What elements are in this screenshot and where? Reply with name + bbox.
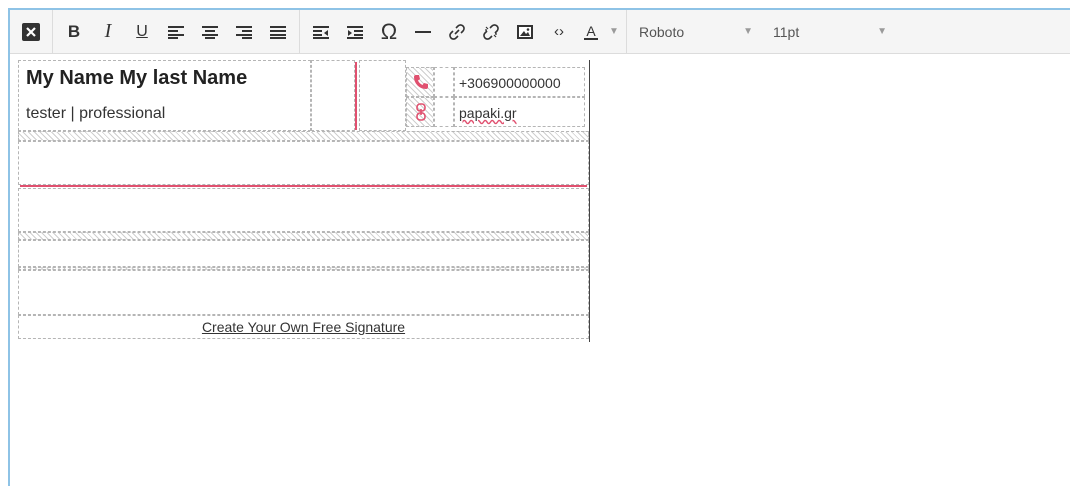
spacer-row: [18, 232, 589, 240]
align-left-icon: [168, 25, 184, 39]
align-justify-button[interactable]: [261, 15, 295, 49]
link-icon-cell: [406, 97, 434, 127]
text-color-label: A: [586, 22, 596, 39]
underline-button[interactable]: U: [125, 15, 159, 49]
font-family-value: Roboto: [639, 23, 685, 40]
outdent-icon: [313, 25, 329, 39]
empty-row: [18, 188, 589, 232]
indent-button[interactable]: [338, 15, 372, 49]
italic-button[interactable]: I: [91, 15, 125, 49]
unlink-button[interactable]: [474, 15, 508, 49]
horizontal-line-button[interactable]: [406, 15, 440, 49]
phone-icon: [414, 75, 428, 89]
text-color-icon: A: [584, 24, 598, 40]
close-button[interactable]: [14, 15, 48, 49]
font-size-select[interactable]: 11pt ▼: [765, 17, 895, 47]
underline-icon: U: [136, 22, 148, 40]
horizontal-line-icon: [415, 30, 431, 33]
align-center-icon: [202, 25, 218, 39]
spacer-row: [18, 131, 589, 141]
toolbar-separator: [626, 10, 627, 53]
close-icon: [22, 22, 40, 41]
code-icon: ‹›: [554, 23, 564, 40]
special-char-icon: Ω: [380, 18, 398, 44]
empty-row: [18, 141, 589, 185]
phone-number: +306900000000: [459, 75, 561, 91]
signature-name: My Name My last Name: [26, 67, 248, 89]
link-icon: [416, 103, 426, 121]
toolbar-separator: [299, 10, 300, 53]
font-size-value: 11pt: [773, 23, 800, 40]
text-color-dropdown[interactable]: ▼: [606, 15, 622, 49]
website-spacer-cell: [434, 97, 454, 127]
image-button[interactable]: [508, 15, 542, 49]
vertical-divider: [355, 62, 357, 130]
bold-icon: B: [67, 21, 81, 41]
chevron-down-icon: ▼: [877, 26, 887, 37]
phone-spacer-cell: [434, 67, 454, 97]
unlink-icon: [483, 23, 499, 40]
create-signature-link[interactable]: Create Your Own Free Signature: [202, 319, 405, 335]
outdent-button[interactable]: [304, 15, 338, 49]
editor-toolbar: B I U Ω ‹› A ▼ Roboto ▼ 11pt ▼: [10, 10, 1070, 54]
link-button[interactable]: [440, 15, 474, 49]
align-center-button[interactable]: [193, 15, 227, 49]
website-cell[interactable]: papaki.gr: [454, 97, 585, 127]
website-link[interactable]: papaki.gr: [459, 105, 517, 121]
signature-table: My Name My last Name tester | profession…: [18, 60, 590, 342]
toolbar-separator: [52, 10, 53, 53]
chevron-down-icon: ▼: [609, 26, 619, 37]
chevron-down-icon: ▼: [743, 26, 753, 37]
align-left-button[interactable]: [159, 15, 193, 49]
link-icon: [449, 23, 465, 40]
italic-icon: I: [104, 20, 112, 42]
empty-row: [18, 270, 589, 315]
text-color-swatch: [584, 37, 598, 40]
indent-icon: [347, 25, 363, 39]
signature-title: tester | professional: [26, 105, 166, 122]
horizontal-divider: [20, 185, 587, 187]
align-right-button[interactable]: [227, 15, 261, 49]
align-right-icon: [236, 25, 252, 39]
code-button[interactable]: ‹›: [542, 15, 576, 49]
spacer-cell: [311, 60, 355, 131]
special-char-button[interactable]: Ω: [372, 15, 406, 49]
bold-button[interactable]: B: [57, 15, 91, 49]
image-icon: [517, 24, 533, 39]
name-cell[interactable]: My Name My last Name tester | profession…: [18, 60, 311, 131]
text-color-button[interactable]: A: [576, 15, 606, 49]
phone-cell[interactable]: +306900000000: [454, 67, 585, 97]
font-family-select[interactable]: Roboto ▼: [631, 17, 761, 47]
empty-row: [18, 240, 589, 267]
phone-icon-cell: [406, 67, 434, 97]
footer-cell: Create Your Own Free Signature: [18, 315, 589, 339]
align-justify-icon: [270, 25, 286, 39]
spacer-cell: [359, 60, 406, 131]
